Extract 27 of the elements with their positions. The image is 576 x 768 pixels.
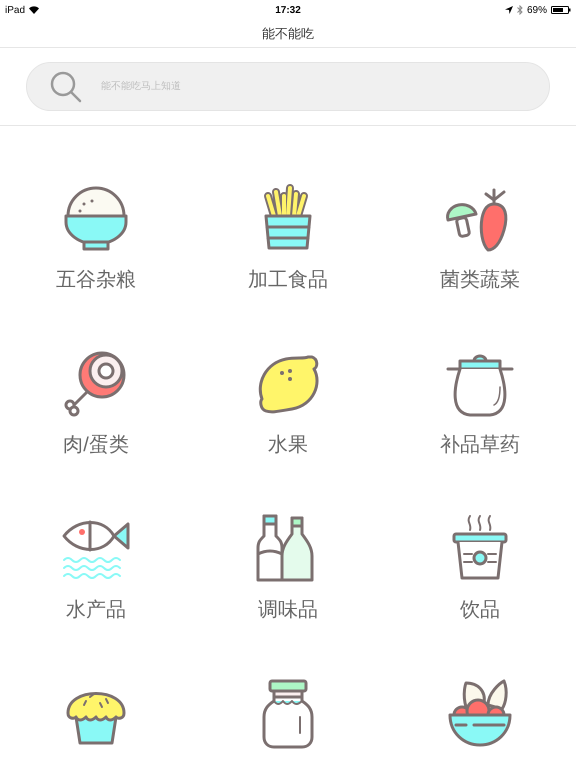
category-tile[interactable]: 补品草药 — [384, 347, 576, 482]
category-tile[interactable]: 肉/蛋类 — [0, 347, 192, 482]
category-label: 补品草药 — [440, 433, 520, 458]
category-tile[interactable]: 调味品 — [192, 512, 384, 647]
category-label: 水果 — [268, 433, 308, 458]
bluetooth-icon — [516, 5, 523, 15]
category-label: 饮品 — [460, 598, 500, 623]
device-name: iPad — [5, 4, 26, 18]
category-label: 水产品 — [66, 598, 126, 623]
category-label: 加工食品 — [248, 268, 328, 293]
location-arrow-icon — [504, 6, 513, 14]
search-icon — [50, 71, 82, 103]
category-tile[interactable]: 加工食品 — [192, 182, 384, 317]
battery-percent: 69% — [526, 4, 547, 18]
battery-icon — [551, 6, 571, 14]
clock: 17:32 — [275, 4, 301, 18]
category-label: 调味品 — [258, 598, 318, 623]
category-tile[interactable]: 水产品 — [0, 512, 192, 647]
category-label: 菌类蔬菜 — [440, 268, 520, 293]
category-tile[interactable]: 五谷杂粮 — [0, 182, 192, 317]
category-label: 肉/蛋类 — [63, 433, 129, 458]
page-title: 能不能吃 — [262, 24, 314, 43]
category-tile[interactable]: 水果 — [192, 347, 384, 482]
category-label: 五谷杂粮 — [56, 268, 136, 293]
wifi-icon — [29, 6, 40, 14]
category-tile[interactable]: 饮品 — [384, 512, 576, 647]
category-tile[interactable]: 菌类蔬菜 — [384, 182, 576, 317]
